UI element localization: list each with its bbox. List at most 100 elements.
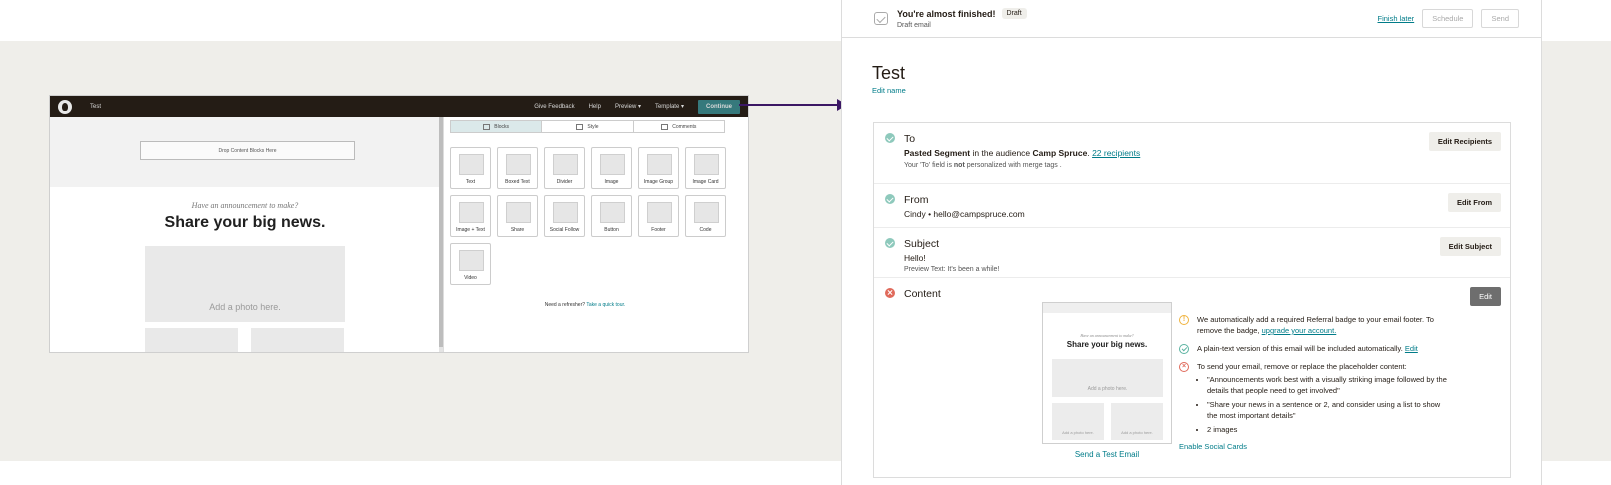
checklist-item-subject: Subject Hello! Preview Text: It's been a… [874,228,1510,278]
from-value: Cindy • hello@campspruce.com [904,209,1025,219]
tab-blocks[interactable]: Blocks [451,121,543,132]
photo-placeholder-small[interactable] [251,328,344,352]
send-test-email-link[interactable]: Send a Test Email [1042,450,1172,459]
error-x-icon: × [1179,362,1189,372]
from-title: From [904,194,929,206]
block-image-group[interactable]: Image Group [638,147,679,189]
preview-text: Preview Text: It's been a while! [904,266,1000,273]
block-share[interactable]: Share [497,195,538,237]
edit-recipients-button[interactable]: Edit Recipients [1428,132,1501,151]
preview-photo-placeholder-small: Add a photo here. [1111,403,1163,440]
photo-placeholder-label: Add a photo here. [209,302,281,312]
to-title: To [904,133,916,145]
screen: Test Give Feedback Help Preview ▾ Templa… [0,0,1611,485]
footer-block-icon [647,202,672,223]
photo-placeholder-small[interactable] [145,328,238,352]
tab-comments[interactable]: Comments [634,121,724,132]
grid-icon [483,123,491,130]
edit-content-button[interactable]: Edit [1470,287,1501,306]
error-circle-icon [885,288,895,298]
plain-text-note: A plain-text version of this email will … [1179,343,1449,354]
upgrade-account-link[interactable]: upgrade your account. [1262,326,1337,335]
block-video[interactable]: Video [450,243,491,285]
text-block-icon [459,154,484,175]
recipients-link[interactable]: 22 recipients [1092,148,1140,158]
code-block-icon [694,202,719,223]
checklist-item-content: Content Edit Have an announcement to mak… [874,278,1510,477]
image-group-block-icon [647,154,672,175]
campaign-title: Test [872,63,906,83]
enable-social-cards-link[interactable]: Enable Social Cards [1179,442,1247,451]
placeholder-content-note: × To send your email, remove or replace … [1179,361,1449,435]
mailchimp-logo-icon [58,99,72,114]
check-circle-icon [885,194,895,204]
editor-top-bar: Test Give Feedback Help Preview ▾ Templa… [50,96,748,117]
block-divider[interactable]: Divider [544,147,585,189]
block-social-follow[interactable]: Social Follow [544,195,585,237]
quick-tour-link[interactable]: Take a quick tour. [586,302,625,308]
editor-canvas: Drop Content Blocks Here Have an announc… [50,117,444,352]
help-link[interactable]: Help [589,104,601,110]
button-block-icon [600,202,625,223]
share-block-icon [506,202,531,223]
to-note: Your 'To' field is not personalized with… [904,162,1062,169]
social-follow-block-icon [553,202,578,223]
list-item: "Share your news in a sentence or 2, and… [1207,399,1449,421]
checklist-item-to: To Pasted Segment in the audience Camp S… [874,123,1510,184]
divider-block-icon [553,154,578,175]
content-title: Content [904,288,941,300]
status-headline: You're almost finished! [897,8,996,19]
block-boxed-text[interactable]: Boxed Text [497,147,538,189]
give-feedback-link[interactable]: Give Feedback [534,104,574,110]
edit-from-button[interactable]: Edit From [1448,193,1501,212]
announcement-text: Have an announcement to make? [191,201,299,210]
to-summary: Pasted Segment in the audience Camp Spru… [904,148,1141,158]
referral-badge-note: ! We automatically add a required Referr… [1179,314,1449,336]
block-footer[interactable]: Footer [638,195,679,237]
drop-zone: Drop Content Blocks Here [50,117,443,187]
editor-body: Drop Content Blocks Here Have an announc… [50,117,748,352]
tab-style[interactable]: Style [542,121,634,132]
block-image-text[interactable]: Image + Text [450,195,491,237]
block-image[interactable]: Image [591,147,632,189]
image-block-icon [600,154,625,175]
content-blocks-grid: Text Boxed Text Divider Image Image Grou… [450,147,726,285]
edit-name-link[interactable]: Edit name [872,86,906,95]
content-preview-thumbnail[interactable]: Have an announcement to make? Share your… [1042,302,1172,444]
block-text[interactable]: Text [450,147,491,189]
checklist: To Pasted Segment in the audience Camp S… [873,122,1511,478]
video-block-icon [459,250,484,271]
envelope-icon [874,12,888,25]
send-button[interactable]: Send [1481,9,1519,28]
block-code[interactable]: Code [685,195,726,237]
block-button[interactable]: Button [591,195,632,237]
list-item: 2 images [1207,424,1449,435]
edit-plain-text-link[interactable]: Edit [1405,344,1418,353]
template-menu[interactable]: Template ▾ [655,103,684,110]
preview-photo-placeholder-small: Add a photo here. [1052,403,1104,440]
brush-icon [576,123,584,130]
edit-subject-button[interactable]: Edit Subject [1439,237,1501,256]
block-image-card[interactable]: Image Card [685,147,726,189]
preview-menu[interactable]: Preview ▾ [615,103,641,110]
refresher-text: Need a refresher? Take a quick tour. [544,302,626,308]
image-card-block-icon [694,154,719,175]
drop-content-blocks[interactable]: Drop Content Blocks Here [140,141,355,160]
finish-later-link[interactable]: Finish later [1378,14,1415,23]
boxed-text-block-icon [506,154,531,175]
placeholder-list: "Announcements work best with a visually… [1207,374,1449,435]
checklist-item-from: From Cindy • hello@campspruce.com Edit F… [874,184,1510,228]
headline-text: Share your big news. [164,214,326,231]
email-editor-preview: Test Give Feedback Help Preview ▾ Templa… [49,95,749,353]
campaign-checklist-page: You're almost finished! Draft Draft emai… [841,0,1542,485]
canvas-scrollbar[interactable] [439,117,443,352]
warning-icon: ! [1179,315,1189,325]
continue-button[interactable]: Continue [698,99,740,114]
check-circle-icon [885,238,895,248]
image-text-block-icon [459,202,484,223]
check-circle-icon [885,133,895,143]
schedule-button[interactable]: Schedule [1422,9,1474,28]
photo-placeholder[interactable]: Add a photo here. [145,246,345,322]
status-top-bar: You're almost finished! Draft Draft emai… [842,0,1541,38]
editor-title: Test [90,103,102,110]
